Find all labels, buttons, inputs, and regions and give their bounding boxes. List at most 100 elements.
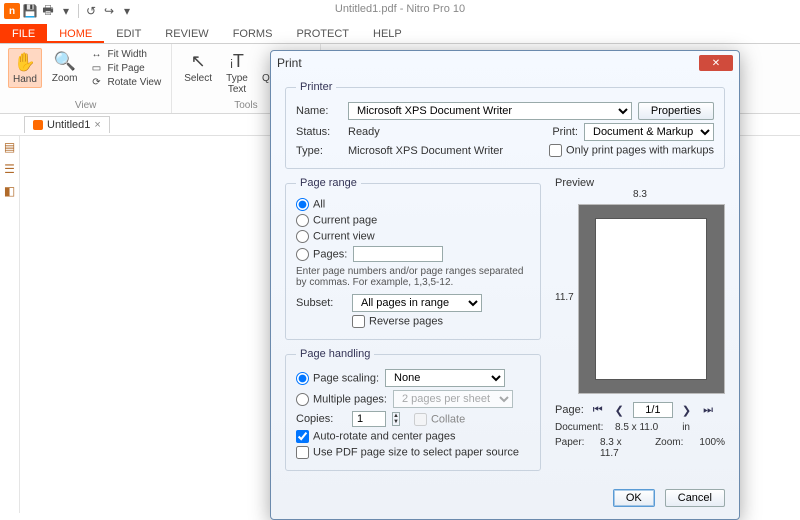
print-label: Print:	[552, 126, 578, 138]
select-icon: ↖	[187, 50, 209, 72]
zoom-label: Zoom:	[655, 437, 683, 459]
ribbon-group-view: ✋ Hand 🔍 Zoom ↔ Fit Width ▭ Fit Page ⟳Rota…	[0, 44, 172, 113]
select-button[interactable]: ↖Select	[180, 48, 216, 86]
ribbon-tabs: FILE HOME EDIT REVIEW FORMS PROTECT HELP	[0, 22, 800, 44]
left-panel: ▤ ☰ ◧	[0, 136, 20, 513]
tab-home[interactable]: HOME	[47, 24, 104, 43]
copies-input[interactable]	[352, 411, 386, 427]
type-text-button[interactable]: ᵢTType Text	[222, 48, 252, 97]
fit-page-icon: ▭	[89, 63, 103, 74]
doc-size-label: Document:	[555, 422, 609, 433]
fit-page-label: Fit Page	[107, 63, 144, 74]
preview-width: 8.3	[633, 189, 647, 200]
printer-legend: Printer	[296, 81, 336, 93]
last-page-icon[interactable]: ⏭	[700, 404, 716, 417]
fit-page-button[interactable]: ▭ Fit Page	[87, 62, 163, 75]
close-document-icon[interactable]: ×	[94, 119, 100, 131]
use-pdf-size-checkbox[interactable]: Use PDF page size to select paper source	[296, 446, 519, 459]
page-range-fieldset: Page range All Current page Current view…	[285, 177, 541, 340]
printer-fieldset: Printer Name: Microsoft XPS Document Wri…	[285, 81, 725, 169]
quick-access-toolbar: n 💾 🖶 ▾ ↺ ↪ ▾	[0, 0, 800, 22]
print-dialog: Print ✕ Printer Name: Microsoft XPS Docu…	[270, 50, 740, 520]
preview-page	[596, 219, 706, 379]
doc-unit: in	[682, 422, 690, 433]
select-label: Select	[184, 73, 212, 84]
rotate-view-button[interactable]: ⟳Rotate View	[87, 76, 163, 89]
hand-label: Hand	[13, 74, 37, 85]
tab-protect[interactable]: PROTECT	[284, 24, 361, 43]
pages-panel-icon[interactable]: ▤	[4, 140, 15, 154]
fit-width-button[interactable]: ↔ Fit Width	[87, 48, 163, 61]
scaling-select[interactable]: None	[385, 369, 505, 387]
ok-button[interactable]: OK	[613, 489, 655, 507]
type-label: Type:	[296, 145, 342, 157]
type-text-icon: ᵢT	[226, 50, 248, 72]
tab-file[interactable]: FILE	[0, 24, 47, 43]
page-scaling-radio[interactable]: Page scaling:	[296, 372, 379, 385]
close-icon[interactable]: ✕	[699, 55, 733, 71]
range-pages-radio[interactable]: Pages:	[296, 248, 347, 261]
copies-label: Copies:	[296, 413, 346, 425]
name-label: Name:	[296, 105, 342, 117]
doc-size-value: 8.5 x 11.0	[615, 422, 658, 433]
document-icon	[33, 120, 43, 130]
tab-edit[interactable]: EDIT	[104, 24, 153, 43]
range-current-page-radio[interactable]: Current page	[296, 214, 377, 227]
type-text-label: Type Text	[226, 73, 248, 95]
prev-page-icon[interactable]: ❮	[612, 404, 627, 417]
cancel-button[interactable]: Cancel	[665, 489, 725, 507]
print-what-select[interactable]: Document & Markups	[584, 123, 714, 141]
zoom-value: 100%	[699, 437, 725, 459]
separator	[78, 4, 79, 18]
paper-size-label: Paper:	[555, 437, 594, 459]
print-icon[interactable]: 🖶	[40, 3, 56, 19]
zoom-label: Zoom	[52, 73, 78, 84]
only-markups-checkbox[interactable]: Only print pages with markups	[549, 144, 714, 157]
tab-review[interactable]: REVIEW	[153, 24, 220, 43]
subset-select[interactable]: All pages in range	[352, 294, 482, 312]
dialog-title: Print	[277, 56, 302, 70]
range-note: Enter page numbers and/or page ranges se…	[296, 266, 530, 288]
next-page-icon[interactable]: ❯	[679, 404, 694, 417]
first-page-icon[interactable]: ⏮	[590, 404, 606, 417]
collate-checkbox: Collate	[414, 413, 465, 426]
dialog-titlebar[interactable]: Print ✕	[271, 51, 739, 75]
hand-tool-button[interactable]: ✋ Hand	[8, 48, 42, 88]
multiple-select: 2 pages per sheet	[393, 390, 513, 408]
rotate-view-label: Rotate View	[107, 77, 161, 88]
document-tab[interactable]: Untitled1 ×	[24, 116, 110, 133]
multiple-pages-radio[interactable]: Multiple pages:	[296, 393, 387, 406]
tab-help[interactable]: HELP	[361, 24, 414, 43]
pages-input[interactable]	[353, 246, 443, 262]
page-handling-fieldset: Page handling Page scaling: None Multiple…	[285, 348, 541, 471]
range-current-view-radio[interactable]: Current view	[296, 230, 375, 243]
page-indicator-input[interactable]	[633, 402, 673, 418]
properties-button[interactable]: Properties	[638, 102, 714, 120]
tab-forms[interactable]: FORMS	[221, 24, 285, 43]
qat-dropdown-icon[interactable]: ▾	[58, 3, 74, 19]
printer-name-select[interactable]: Microsoft XPS Document Writer	[348, 102, 632, 120]
handling-legend: Page handling	[296, 348, 374, 360]
fit-width-icon: ↔	[89, 49, 103, 60]
range-all-radio[interactable]: All	[296, 198, 325, 211]
attachments-panel-icon[interactable]: ◧	[4, 184, 15, 198]
save-icon[interactable]: 💾	[22, 3, 38, 19]
preview-height: 11.7	[555, 292, 574, 303]
zoom-button[interactable]: 🔍 Zoom	[48, 48, 82, 86]
status-label: Status:	[296, 126, 342, 138]
undo-icon[interactable]: ↺	[83, 3, 99, 19]
paper-size-value: 8.3 x 11.7	[600, 437, 631, 459]
autorotate-checkbox[interactable]: Auto-rotate and center pages	[296, 430, 455, 443]
redo-icon[interactable]: ↪	[101, 3, 117, 19]
status-value: Ready	[348, 126, 546, 138]
zoom-icon: 🔍	[54, 50, 76, 72]
page-nav-label: Page:	[555, 404, 584, 416]
preview-legend: Preview	[555, 177, 725, 189]
reverse-pages-checkbox[interactable]: Reverse pages	[352, 315, 443, 328]
spinner-icon[interactable]: ▲▼	[392, 412, 400, 426]
fit-width-label: Fit Width	[107, 49, 146, 60]
group-tools-label: Tools	[234, 98, 257, 111]
subset-label: Subset:	[296, 297, 346, 309]
bookmarks-panel-icon[interactable]: ☰	[4, 162, 15, 176]
qat-more-icon[interactable]: ▾	[119, 3, 135, 19]
